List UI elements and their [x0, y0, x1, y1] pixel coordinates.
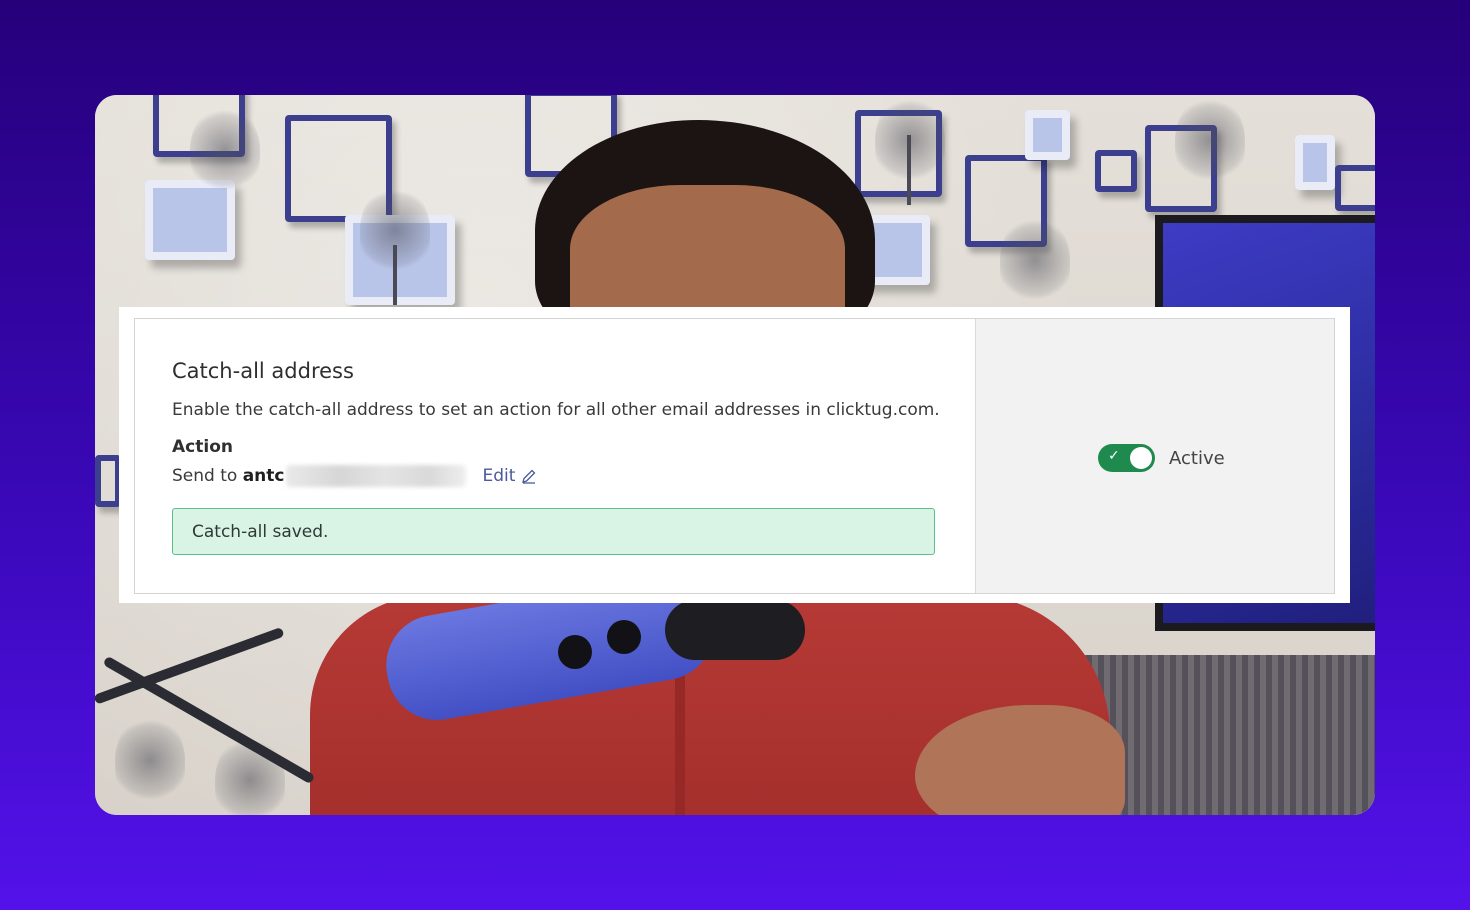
tree-pattern [1000, 215, 1070, 305]
card-description: Enable the catch-all address to set an a… [172, 400, 940, 420]
wall-square [1335, 165, 1375, 211]
microphone-foam [665, 600, 805, 660]
wall-square [1095, 150, 1137, 192]
mic-knob [558, 635, 592, 669]
edit-label: Edit [482, 466, 516, 486]
redacted-address [286, 465, 467, 487]
tree-pattern [115, 715, 185, 805]
settings-overlay: Catch-all address Enable the catch-all a… [119, 307, 1350, 603]
action-label: Action [172, 437, 233, 457]
card-title: Catch-all address [172, 359, 354, 383]
tree-pattern [1175, 95, 1245, 185]
active-toggle-group: ✓ Active [1098, 444, 1225, 472]
check-icon: ✓ [1108, 448, 1120, 464]
tree-trunk [907, 135, 911, 205]
toggle-label: Active [1169, 447, 1225, 469]
tree-pattern [190, 105, 260, 195]
wall-square [1025, 110, 1070, 160]
toggle-knob [1130, 447, 1152, 469]
wall-square [95, 455, 121, 507]
status-panel: ✓ Active [976, 319, 1334, 593]
catch-all-details: Catch-all address Enable the catch-all a… [135, 319, 976, 593]
pencil-icon [522, 469, 536, 484]
send-to-prefix: Send to [172, 466, 243, 486]
wall-square [1295, 135, 1335, 190]
send-to-address: antc [242, 466, 285, 486]
catch-all-card: Catch-all address Enable the catch-all a… [134, 318, 1335, 594]
success-alert: Catch-all saved. [172, 508, 935, 555]
active-toggle[interactable]: ✓ [1098, 444, 1155, 472]
edit-link[interactable]: Edit [482, 466, 537, 486]
send-to-row: Send to antc Edit [172, 465, 537, 487]
mic-knob [607, 620, 641, 654]
tree-trunk [393, 245, 397, 305]
alert-text: Catch-all saved. [192, 521, 329, 542]
